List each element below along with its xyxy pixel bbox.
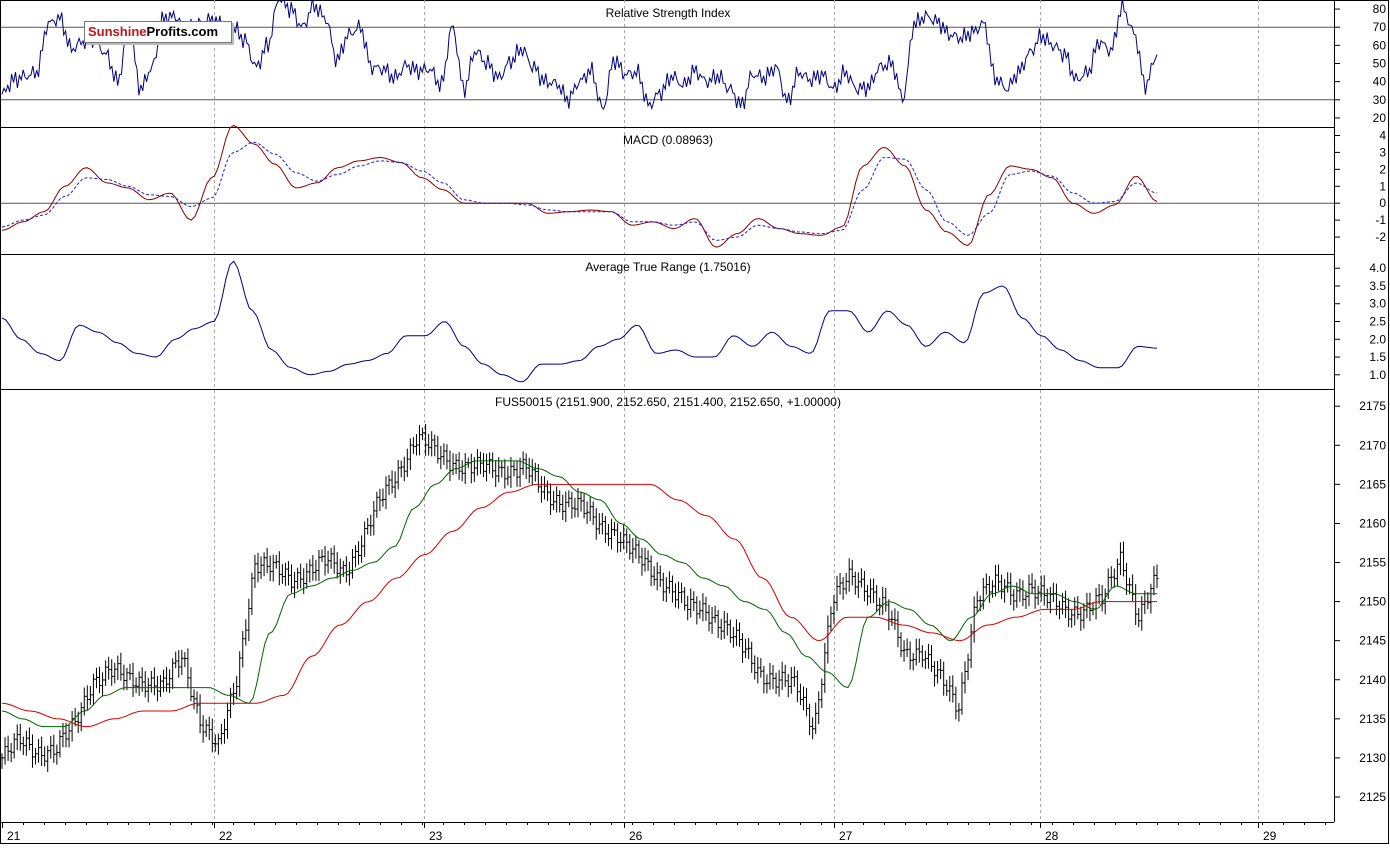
y-tick-label: 4.0: [1369, 261, 1386, 275]
y-tick-label: 1.0: [1369, 368, 1386, 382]
y-tick-label: 2150: [1359, 595, 1386, 609]
y-tick-label: 2170: [1359, 438, 1386, 452]
series-line: [1, 0, 1158, 111]
x-tick-label: 27: [839, 829, 853, 843]
y-tick-label: 1.5: [1369, 350, 1386, 364]
y-tick-label: 1: [1379, 179, 1386, 193]
outer-frame: [0, 0, 1389, 844]
y-tick-label: 2160: [1359, 516, 1386, 530]
series-line: [1, 260, 1158, 383]
series-line-2: [1, 141, 1158, 241]
y-tick-label: 80: [1373, 2, 1387, 16]
chart-svg: 21 22 23 26 27 28 2920304050607080Relative Str…: [0, 0, 1389, 844]
series-line: [1, 124, 1158, 248]
x-tick-label: 26: [629, 829, 643, 843]
y-tick-label: 2.5: [1369, 315, 1386, 329]
y-tick-label: 2145: [1359, 634, 1386, 648]
chart-area: 21 22 23 26 27 28 29 20 30 40 50 60 70 80 Relative Str…: [0, 0, 1390, 844]
y-tick-label: 2: [1379, 162, 1386, 176]
y-tick-label: 70: [1373, 20, 1387, 34]
y-tick-label: -1: [1375, 213, 1386, 227]
x-tick-label: 22: [219, 829, 233, 843]
y-tick-label: 40: [1373, 75, 1387, 89]
y-tick-label: 20: [1373, 111, 1387, 125]
y-tick-label: 2125: [1359, 790, 1386, 804]
y-tick-label: 3: [1379, 145, 1386, 159]
y-tick-label: 2130: [1359, 751, 1386, 765]
y-tick-label: 2140: [1359, 673, 1386, 687]
x-tick-label: 28: [1045, 829, 1059, 843]
y-tick-label: 0: [1379, 196, 1386, 210]
y-tick-label: 30: [1373, 93, 1387, 107]
y-tick-label: 3.0: [1369, 297, 1386, 311]
panel-title: FUS50015 (2151.900, 2152.650, 2151.400, …: [495, 395, 841, 409]
logo-part1: Sunshine: [88, 24, 147, 39]
panel-title: MACD (0.08963): [623, 133, 713, 147]
y-tick-label: 4: [1379, 128, 1386, 142]
y-tick-label: 2155: [1359, 556, 1386, 570]
sunshine-profits-logo: SunshineProfits.com: [84, 21, 232, 43]
x-tick-label: 21: [7, 829, 21, 843]
y-tick-label: 2165: [1359, 477, 1386, 491]
price-bars: [0, 423, 1159, 772]
logo-part2: Profits.com: [146, 24, 219, 39]
y-tick-label: 60: [1373, 38, 1387, 52]
y-tick-label: 50: [1373, 57, 1387, 71]
y-tick-label: 3.5: [1369, 279, 1386, 293]
y-tick-label: 2135: [1359, 712, 1386, 726]
y-tick-label: -2: [1375, 230, 1386, 244]
x-tick-label: 23: [429, 829, 443, 843]
panel-title: Relative Strength Index: [606, 6, 731, 20]
panel-title: Average True Range (1.75016): [585, 260, 750, 274]
x-tick-label: 29: [1263, 829, 1277, 843]
y-tick-label: 2175: [1359, 399, 1386, 413]
y-tick-label: 2.0: [1369, 332, 1386, 346]
